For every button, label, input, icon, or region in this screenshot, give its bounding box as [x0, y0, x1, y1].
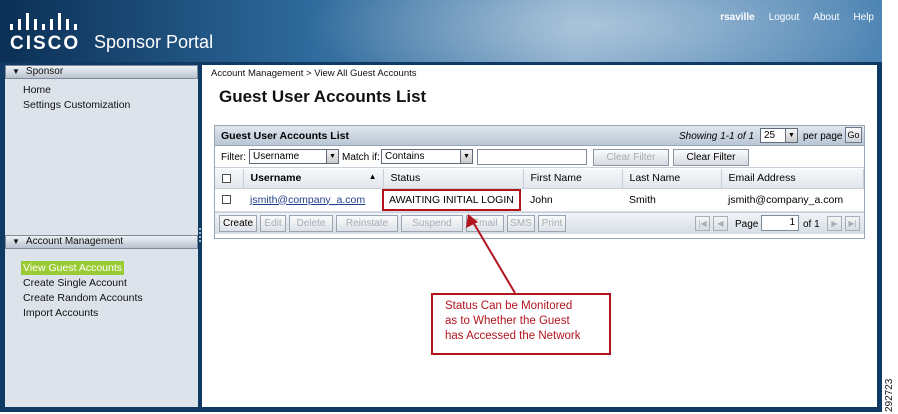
sms-button[interactable]: SMS [507, 215, 535, 232]
status-value-highlighted: AWAITING INITIAL LOGIN [382, 188, 521, 211]
portal-title: Sponsor Portal [94, 32, 214, 52]
main-content: Account Management > View All Guest Acco… [202, 65, 877, 407]
figure-id-text: 292723 [884, 378, 895, 412]
accounts-table: Username ▲ Status First Name Last Name E… [215, 169, 864, 212]
edit-button[interactable]: Edit [260, 215, 286, 232]
print-button[interactable]: Print [538, 215, 566, 232]
brand-name: CISCO [10, 33, 81, 54]
sidebar-item-home[interactable]: Home [21, 83, 53, 97]
sidebar-section-account-management[interactable]: ▼ Account Management [5, 235, 198, 249]
previous-page-icon[interactable]: ◀ [713, 216, 728, 231]
page-number-input[interactable]: 1 [761, 215, 799, 231]
callout-line: as to Whether the Guest [445, 315, 570, 327]
match-type-select[interactable]: Contains ▼ [381, 149, 473, 164]
page-label: Page [735, 219, 759, 230]
first-page-icon[interactable]: |◀ [695, 216, 710, 231]
collapse-triangle-icon: ▼ [12, 67, 20, 76]
sidebar-item-import-accounts[interactable]: Import Accounts [21, 306, 100, 320]
splitter-grip-icon[interactable] [199, 228, 201, 242]
table-row[interactable]: jsmith@company_a.com AWAITING INITIAL LO… [215, 188, 864, 212]
collapse-triangle-icon: ▼ [12, 237, 20, 246]
callout-line: Status Can be Monitored [445, 300, 573, 312]
page-count-label: of 1 [803, 219, 820, 230]
sort-ascending-icon: ▲ [368, 172, 377, 182]
sponsor-section-body: Home Settings Customization [5, 79, 198, 113]
sidebar-item-create-random-accounts[interactable]: Create Random Accounts [21, 291, 145, 305]
sidebar-section-sponsor[interactable]: ▼ Sponsor [5, 65, 198, 79]
about-link[interactable]: About [813, 12, 839, 23]
dropdown-arrow-icon: ▼ [326, 150, 338, 163]
account-management-section-body: View Guest Accounts Create Single Accoun… [5, 257, 145, 321]
row-select-cell [215, 188, 243, 212]
callout-line: has Accessed the Network [445, 330, 581, 342]
filter-field-select[interactable]: Username ▼ [249, 149, 339, 164]
figure-id: 292723 [884, 372, 898, 412]
suspend-button[interactable]: Suspend [401, 215, 463, 232]
column-first-name[interactable]: First Name [523, 169, 623, 189]
filter-row: Filter: Username ▼ Match if: Contains ▼ … [215, 146, 864, 168]
sidebar: ▼ Sponsor Home Settings Customization ▼ Ac… [5, 65, 198, 407]
last-page-icon[interactable]: ▶| [845, 216, 860, 231]
annotation-callout: Status Can be Monitored as to Whether th… [431, 293, 611, 355]
header-banner: CISCO Sponsor Portal rsaville Logout Abo… [0, 0, 882, 62]
sidebar-item-view-guest-accounts[interactable]: View Guest Accounts [21, 261, 125, 275]
delete-button[interactable]: Delete [289, 215, 333, 232]
username-label: rsaville [720, 12, 755, 23]
panel-header: Guest User Accounts List Showing 1-1 of … [215, 126, 864, 146]
accounts-toolbar: Create Edit Delete Reinstate Suspend Ema… [215, 212, 864, 234]
create-button[interactable]: Create [219, 215, 257, 232]
portal-frame: CISCO Sponsor Portal rsaville Logout Abo… [0, 0, 882, 412]
username-cell: jsmith@company_a.com [243, 188, 383, 212]
section-title: Sponsor [25, 66, 64, 77]
column-username[interactable]: Username ▲ [243, 169, 384, 189]
email-button[interactable]: Email [466, 215, 504, 232]
help-link[interactable]: Help [853, 12, 874, 23]
per-page-select[interactable]: 25 ▼ [760, 128, 798, 143]
reinstate-button[interactable]: Reinstate [336, 215, 398, 232]
dropdown-arrow-icon: ▼ [785, 129, 797, 142]
match-type-value: Contains [385, 151, 425, 162]
breadcrumb: Account Management > View All Guest Acco… [211, 68, 417, 79]
filter-field-value: Username [253, 151, 300, 162]
accounts-panel: Guest User Accounts List Showing 1-1 of … [214, 125, 865, 239]
per-page-label: per page [803, 131, 843, 142]
showing-count: Showing 1-1 of 1 [679, 131, 755, 142]
username-link[interactable]: jsmith@company_a.com [250, 194, 365, 206]
filter-text-input[interactable] [477, 149, 587, 165]
panel-title: Guest User Accounts List [221, 130, 349, 142]
logout-link[interactable]: Logout [769, 12, 800, 23]
row-checkbox[interactable] [222, 195, 231, 205]
last-name-cell: Smith [622, 188, 721, 212]
first-name-cell: John [523, 188, 622, 212]
status-cell: AWAITING INITIAL LOGIN [382, 188, 523, 212]
per-page-value: 25 [764, 130, 776, 141]
dropdown-arrow-icon: ▼ [460, 150, 472, 163]
sidebar-item-create-single-account[interactable]: Create Single Account [21, 276, 129, 290]
clear-filter-button[interactable]: Clear Filter [673, 149, 749, 166]
cisco-bars-icon [10, 10, 82, 30]
sidebar-item-settings-customization[interactable]: Settings Customization [21, 98, 132, 112]
top-links: rsaville Logout About Help [720, 12, 874, 23]
select-all-checkbox[interactable] [222, 173, 231, 183]
filter-label: Filter: [221, 152, 246, 163]
clear-filter-button-disabled[interactable]: Clear Filter [593, 149, 669, 166]
column-status[interactable]: Status [383, 169, 524, 189]
page-title: Guest User Accounts List [219, 87, 427, 106]
match-if-label: Match if: [342, 152, 380, 163]
select-all-cell [215, 169, 244, 189]
header-wave-decoration [250, 0, 882, 62]
column-username-label: Username [250, 172, 302, 185]
email-cell: jsmith@company_a.com [721, 188, 864, 212]
section-title: Account Management [25, 236, 124, 247]
column-last-name[interactable]: Last Name [622, 169, 722, 189]
next-page-icon[interactable]: ▶ [827, 216, 842, 231]
go-button[interactable]: Go [845, 127, 862, 143]
table-header-row: Username ▲ Status First Name Last Name E… [215, 169, 864, 189]
column-email-address[interactable]: Email Address [721, 169, 864, 189]
